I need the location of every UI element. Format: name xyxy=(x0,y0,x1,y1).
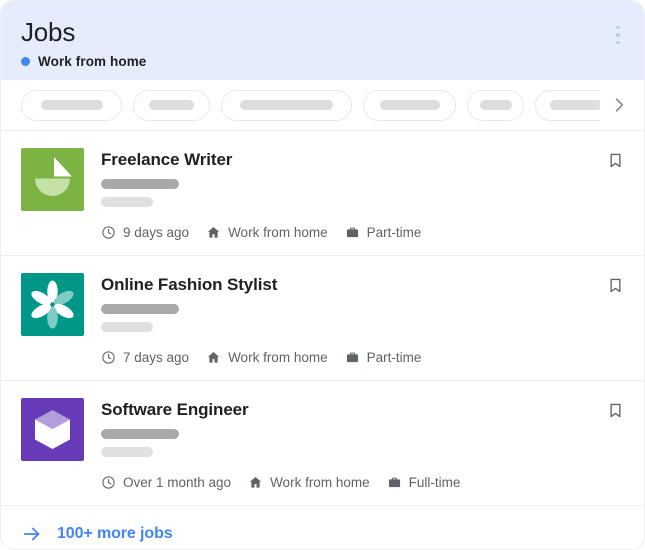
bookmark-icon[interactable] xyxy=(603,148,627,172)
job-details: Software Engineer Over 1 month ago Work fr… xyxy=(101,398,624,490)
home-icon xyxy=(248,475,263,490)
job-location-label: Work from home xyxy=(270,475,370,490)
job-title: Online Fashion Stylist xyxy=(101,275,278,294)
filter-chips-scroller[interactable] xyxy=(21,89,600,121)
chevron-right-icon[interactable] xyxy=(604,88,634,122)
jobs-card: Jobs Work from home Freelance Writer 9 da… xyxy=(0,0,645,550)
jobs-list: Freelance Writer 9 days ago Work from home… xyxy=(1,131,644,506)
job-meta-row: Over 1 month ago Work from home Full-time xyxy=(101,475,624,490)
filter-chip-1[interactable] xyxy=(21,89,122,121)
filter-chip-placeholder xyxy=(240,100,333,110)
job-location-meta: Work from home xyxy=(206,350,328,365)
cube-logo xyxy=(21,398,84,461)
job-type-meta: Full-time xyxy=(387,475,461,490)
filter-chip-2[interactable] xyxy=(133,89,210,121)
filter-chip-placeholder xyxy=(550,100,600,110)
sailboat-logo xyxy=(21,148,84,211)
job-location-label: Work from home xyxy=(228,350,328,365)
job-posted-label: 7 days ago xyxy=(123,350,190,365)
clock-icon xyxy=(101,225,116,240)
job-meta-row: 7 days ago Work from home Part-time xyxy=(101,350,624,365)
header-subtitle: Work from home xyxy=(21,54,624,69)
filter-chip-placeholder xyxy=(379,100,440,110)
job-posted-label: 9 days ago xyxy=(123,225,190,240)
clock-icon xyxy=(101,475,116,490)
company-placeholder xyxy=(101,304,179,314)
briefcase-icon xyxy=(345,225,360,240)
bookmark-icon[interactable] xyxy=(603,273,627,297)
home-icon xyxy=(206,350,221,365)
job-location-label: Work from home xyxy=(228,225,328,240)
job-list-item[interactable]: Software Engineer Over 1 month ago Work fr… xyxy=(1,381,644,506)
job-title: Software Engineer xyxy=(101,400,249,419)
briefcase-icon xyxy=(345,350,360,365)
job-posted-label: Over 1 month ago xyxy=(123,475,232,490)
job-posted-meta: 7 days ago xyxy=(101,350,189,365)
job-type-label: Part-time xyxy=(366,350,422,365)
job-location-meta: Work from home xyxy=(248,475,370,490)
header-subtitle-label: Work from home xyxy=(38,54,147,69)
job-posted-meta: 9 days ago xyxy=(101,225,189,240)
job-meta-row: 9 days ago Work from home Part-time xyxy=(101,225,624,240)
home-icon xyxy=(206,225,221,240)
job-details: Online Fashion Stylist 7 days ago Work fro… xyxy=(101,273,624,365)
flower-logo xyxy=(21,273,84,336)
status-dot-icon xyxy=(21,57,30,66)
jobs-header: Jobs Work from home xyxy=(1,1,644,80)
job-list-item[interactable]: Freelance Writer 9 days ago Work from home… xyxy=(1,131,644,256)
filter-chip-placeholder xyxy=(149,100,194,110)
job-type-meta: Part-time xyxy=(345,225,422,240)
more-jobs-label: 100+ more jobs xyxy=(57,525,173,542)
job-list-item[interactable]: Online Fashion Stylist 7 days ago Work fro… xyxy=(1,256,644,381)
job-location-meta: Work from home xyxy=(206,225,328,240)
more-jobs-link[interactable]: 100+ more jobs xyxy=(1,506,644,549)
job-details: Freelance Writer 9 days ago Work from home… xyxy=(101,148,624,240)
filter-chip-5[interactable] xyxy=(467,89,524,121)
company-placeholder xyxy=(101,179,179,189)
job-type-label: Full-time xyxy=(408,475,461,490)
more-vert-icon[interactable] xyxy=(606,18,630,52)
filter-chips-row xyxy=(1,80,644,131)
bookmark-icon[interactable] xyxy=(603,398,627,422)
filter-chip-placeholder xyxy=(479,100,512,110)
job-title: Freelance Writer xyxy=(101,150,233,169)
clock-icon xyxy=(101,350,116,365)
job-posted-meta: Over 1 month ago xyxy=(101,475,231,490)
filter-chip-placeholder xyxy=(40,100,103,110)
job-type-label: Part-time xyxy=(366,225,422,240)
company-placeholder xyxy=(101,429,179,439)
source-placeholder xyxy=(101,197,153,207)
arrow-right-icon xyxy=(21,523,43,545)
filter-chip-6[interactable] xyxy=(535,89,600,121)
page-title: Jobs xyxy=(21,17,76,47)
source-placeholder xyxy=(101,322,153,332)
source-placeholder xyxy=(101,447,153,457)
briefcase-icon xyxy=(387,475,402,490)
job-type-meta: Part-time xyxy=(345,350,422,365)
filter-chip-3[interactable] xyxy=(221,89,352,121)
filter-chip-4[interactable] xyxy=(363,89,456,121)
